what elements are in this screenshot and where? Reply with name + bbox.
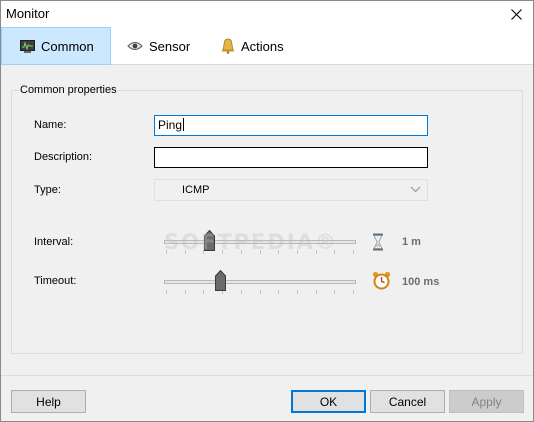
monitor-icon [20, 39, 35, 53]
window-title: Monitor [6, 6, 50, 21]
interval-label: Interval: [34, 236, 74, 248]
slider-tick [185, 250, 186, 254]
close-button[interactable] [499, 1, 533, 27]
slider-tick [260, 290, 261, 294]
slider-tick [278, 250, 279, 254]
close-icon [510, 8, 522, 20]
slider-tick [166, 290, 167, 294]
tab-common[interactable]: Common [1, 27, 111, 65]
interval-slider[interactable] [164, 230, 356, 254]
tab-actions-label: Actions [241, 38, 284, 54]
monitor-dialog: Monitor Common Sensor Actions Common pro… [0, 0, 534, 422]
tab-sensor[interactable]: Sensor [119, 27, 203, 65]
slider-tick [203, 290, 204, 294]
tab-sensor-label: Sensor [149, 38, 191, 54]
description-label: Description: [34, 151, 93, 163]
text-caret [183, 118, 185, 131]
slider-tick [353, 250, 354, 254]
interval-value: 1 m [402, 236, 421, 248]
slider-tick [166, 250, 167, 254]
name-input-value: Ping [158, 118, 183, 132]
chevron-down-icon [410, 186, 421, 193]
slider-tick [334, 290, 335, 294]
name-label: Name: [34, 119, 67, 131]
timeout-label: Timeout: [34, 275, 77, 287]
slider-tick [297, 250, 298, 254]
description-input[interactable] [154, 147, 428, 168]
alarm-clock-icon [372, 271, 391, 293]
slider-tick [241, 250, 242, 254]
slider-thumb[interactable] [204, 230, 215, 251]
ok-button[interactable]: OK [291, 390, 366, 413]
slider-tick [334, 250, 335, 254]
eye-icon [127, 41, 143, 51]
footer-divider [1, 375, 533, 376]
timeout-slider[interactable] [164, 270, 356, 294]
slider-tick [241, 290, 242, 294]
type-label: Type: [34, 184, 61, 196]
slider-tick [316, 250, 317, 254]
slider-track [164, 280, 356, 284]
apply-button: Apply [449, 390, 524, 413]
hourglass-icon [372, 233, 384, 254]
slider-tick [278, 290, 279, 294]
tab-common-label: Common [41, 38, 94, 54]
slider-tick [185, 290, 186, 294]
bell-icon [221, 38, 235, 54]
title-bar: Monitor [1, 1, 533, 27]
type-select[interactable]: ICMP [154, 179, 428, 201]
name-input[interactable]: Ping [154, 115, 428, 136]
slider-tick [260, 250, 261, 254]
slider-tick [222, 250, 223, 254]
help-button[interactable]: Help [11, 390, 86, 413]
group-title: Common properties [19, 84, 118, 96]
timeout-value: 100 ms [402, 276, 440, 288]
slider-track [164, 240, 356, 244]
tab-bar: Common Sensor Actions [1, 27, 533, 65]
tab-actions[interactable]: Actions [213, 27, 303, 65]
cancel-button[interactable]: Cancel [370, 390, 445, 413]
slider-tick [316, 290, 317, 294]
slider-tick [353, 290, 354, 294]
slider-thumb[interactable] [215, 270, 226, 291]
slider-tick [297, 290, 298, 294]
type-select-value: ICMP [182, 184, 210, 196]
